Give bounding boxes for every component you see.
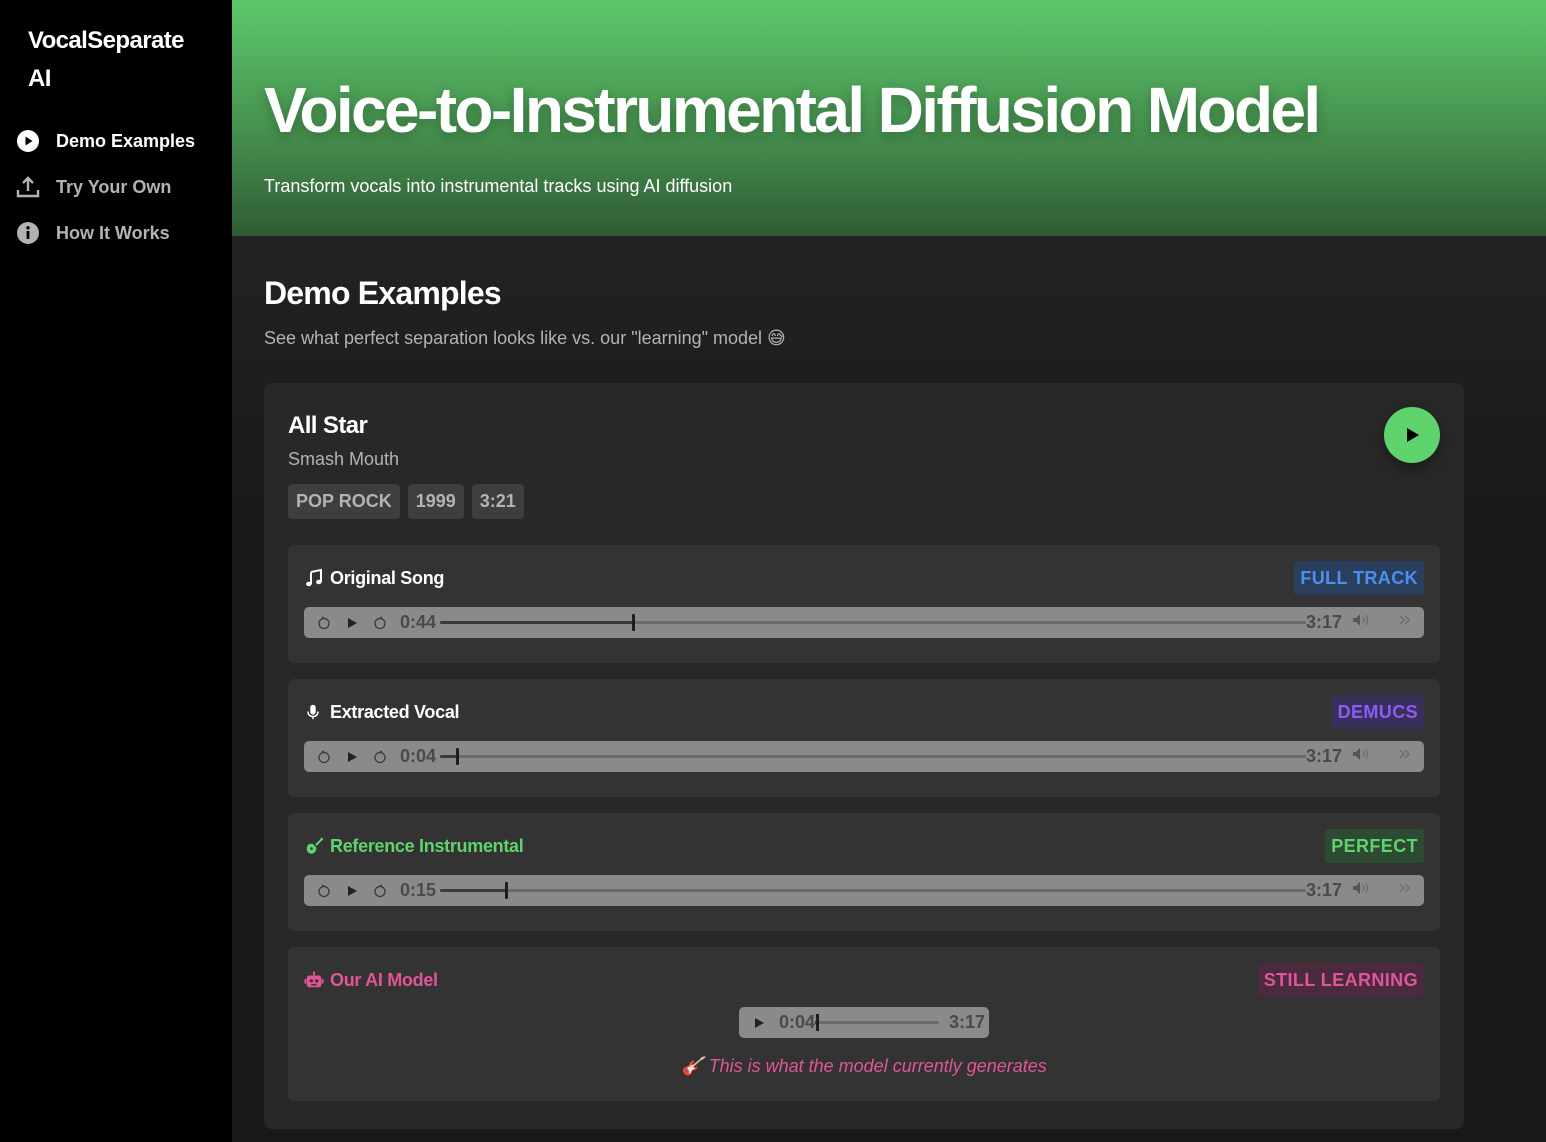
- track-label-text: Our AI Model: [330, 969, 438, 990]
- progress-bar[interactable]: [440, 748, 1306, 765]
- forward-icon[interactable]: [372, 615, 388, 631]
- current-time: 0:44: [400, 612, 437, 632]
- progress-thumb[interactable]: [456, 748, 460, 765]
- sidebar-item-demo-examples[interactable]: Demo Examples: [16, 118, 216, 164]
- more-options-icon[interactable]: [1398, 881, 1412, 900]
- more-options-icon[interactable]: [1398, 613, 1412, 632]
- demo-section: Demo Examples See what perfect separatio…: [232, 236, 1546, 1142]
- audio-player[interactable]: 0:44 3:17: [304, 607, 1424, 638]
- progress-thumb[interactable]: [632, 614, 636, 631]
- brand-logo: VocalSeparate AI: [28, 27, 184, 92]
- music-note-icon: [304, 568, 324, 588]
- forward-icon[interactable]: [372, 749, 388, 765]
- audio-player[interactable]: 0:15 3:17: [304, 875, 1424, 906]
- current-time: 0:04: [779, 1012, 816, 1032]
- robot-icon: [304, 970, 324, 990]
- duration-time: 3:17: [1305, 746, 1342, 766]
- play-icon[interactable]: [751, 1015, 767, 1031]
- track-label: Our AI Model: [304, 970, 438, 991]
- progress-thumb[interactable]: [816, 1014, 820, 1031]
- audio-player[interactable]: 0:04 3:17: [304, 741, 1424, 772]
- hero-banner: Voice-to-Instrumental Diffusion Model Tr…: [232, 0, 1546, 236]
- current-time: 0:15: [400, 880, 437, 900]
- sidebar: VocalSeparate AI Demo Examples Try Your …: [0, 0, 232, 1142]
- duration-tag: 3:21: [471, 484, 524, 519]
- play-icon[interactable]: [344, 883, 360, 899]
- play-icon: [1407, 428, 1419, 442]
- section-title: Demo Examples: [264, 275, 502, 311]
- song-card: All Star Smash Mouth POP ROCK 1999 3:21 …: [264, 383, 1464, 1129]
- rewind-icon[interactable]: [316, 883, 332, 899]
- play-circle-icon: [16, 129, 40, 153]
- play-all-button[interactable]: [1384, 407, 1440, 463]
- duration-time: 3:17: [1305, 612, 1342, 632]
- forward-icon[interactable]: [372, 883, 388, 899]
- track-reference-instrumental: Reference Instrumental PERFECT 0:15 3:17: [288, 813, 1440, 931]
- status-badge: PERFECT: [1325, 829, 1424, 863]
- track-ai-model: Our AI Model STILL LEARNING 0:04 3:17 🎸 …: [288, 947, 1440, 1101]
- more-options-icon[interactable]: [1398, 747, 1412, 766]
- microphone-icon: [304, 702, 324, 722]
- track-label-text: Original Song: [330, 567, 445, 588]
- song-artist: Smash Mouth: [288, 449, 400, 469]
- rewind-icon[interactable]: [316, 749, 332, 765]
- info-icon: [16, 221, 40, 245]
- main-content: Voice-to-Instrumental Diffusion Model Tr…: [232, 0, 1546, 1142]
- volume-icon[interactable]: [1352, 747, 1374, 766]
- play-icon[interactable]: [344, 615, 360, 631]
- track-label: Extracted Vocal: [304, 701, 460, 723]
- current-time: 0:04: [400, 746, 437, 766]
- status-badge: STILL LEARNING: [1257, 963, 1424, 997]
- progress-bar[interactable]: [440, 882, 1306, 899]
- genre-tag: POP ROCK: [288, 484, 400, 519]
- upload-icon: [16, 175, 40, 199]
- progress-thumb[interactable]: [504, 882, 508, 899]
- sidebar-item-label: Demo Examples: [56, 130, 196, 151]
- status-badge: DEMUCS: [1331, 695, 1424, 729]
- track-extracted-vocal: Extracted Vocal DEMUCS 0:04 3:17: [288, 679, 1440, 797]
- page-subtitle: Transform vocals into instrumental track…: [264, 176, 733, 196]
- page-title: Voice-to-Instrumental Diffusion Model: [264, 74, 1321, 146]
- song-title: All Star: [288, 412, 368, 439]
- rewind-icon[interactable]: [316, 615, 332, 631]
- status-badge: FULL TRACK: [1294, 561, 1424, 595]
- guitar-icon: [304, 836, 324, 856]
- track-label-text: Extracted Vocal: [330, 701, 460, 722]
- volume-icon[interactable]: [1352, 613, 1374, 632]
- track-label-text: Reference Instrumental: [330, 835, 524, 856]
- track-label: Original Song: [304, 568, 444, 589]
- sidebar-item-how-it-works[interactable]: How It Works: [16, 210, 216, 256]
- play-icon[interactable]: [344, 749, 360, 765]
- ai-caption: 🎸 This is what the model currently gener…: [681, 1056, 1047, 1076]
- volume-icon[interactable]: [1352, 881, 1374, 900]
- audio-player[interactable]: 0:04 3:17: [739, 1007, 989, 1038]
- track-original-song: Original Song FULL TRACK 0:44 3:17: [288, 545, 1440, 663]
- sidebar-item-label: How It Works: [56, 222, 170, 243]
- sidebar-item-label: Try Your Own: [56, 176, 172, 197]
- track-label: Reference Instrumental: [304, 835, 524, 857]
- sidebar-item-try-your-own[interactable]: Try Your Own: [16, 164, 216, 210]
- progress-bar[interactable]: [815, 1014, 939, 1031]
- duration-time: 3:17: [948, 1012, 985, 1032]
- duration-time: 3:17: [1305, 880, 1342, 900]
- section-subtitle: See what perfect separation looks like v…: [264, 328, 786, 348]
- year-tag: 1999: [407, 484, 464, 519]
- progress-bar[interactable]: [440, 614, 1306, 631]
- song-tags: POP ROCK 1999 3:21: [288, 484, 1440, 519]
